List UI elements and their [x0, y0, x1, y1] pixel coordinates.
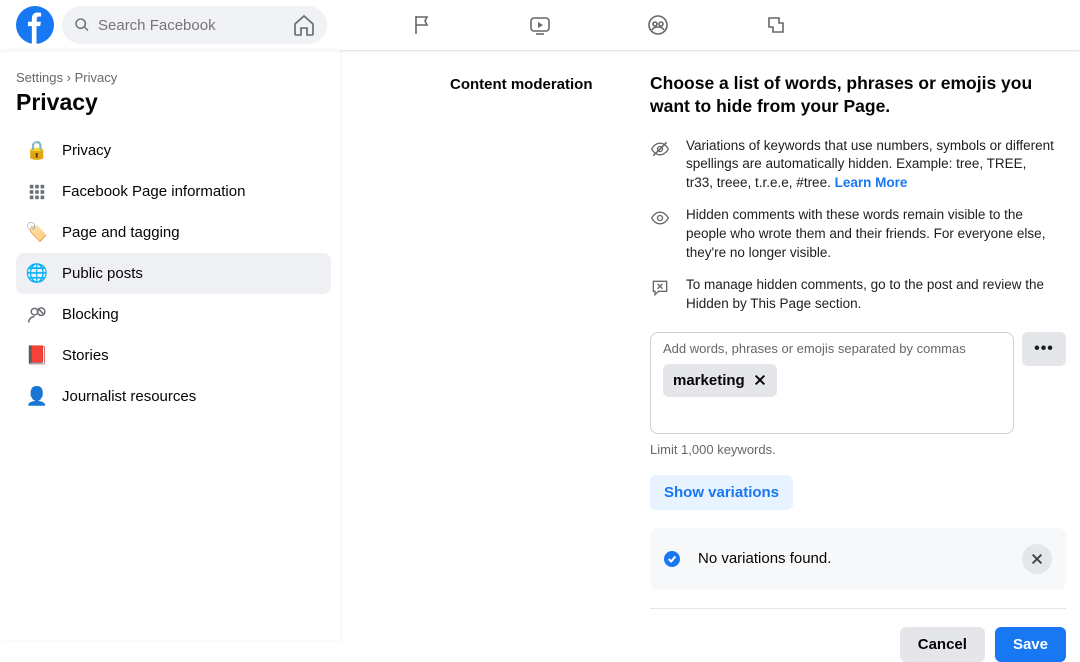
breadcrumb: Settings › Privacy [16, 62, 331, 85]
keywords-limit: Limit 1,000 keywords. [650, 442, 1066, 457]
info-hidden-visibility: Hidden comments with these words remain … [650, 206, 1066, 262]
sidebar-item-blocking[interactable]: Blocking [16, 294, 331, 335]
content-heading: Choose a list of words, phrases or emoji… [650, 72, 1050, 119]
person-icon: 👤 [26, 386, 48, 408]
keywords-placeholder: Add words, phrases or emojis separated b… [663, 341, 1001, 356]
tag-icon: 🏷️ [26, 222, 48, 244]
close-icon [753, 373, 767, 387]
comment-remove-icon [650, 276, 670, 313]
grid-icon [26, 181, 48, 203]
nav-watch[interactable] [485, 0, 595, 50]
status-alert: No variations found. [650, 528, 1066, 590]
sidebar-nav: 🔒 Privacy Facebook Page information 🏷️ P… [16, 130, 331, 417]
book-icon: 📕 [26, 345, 48, 367]
button-row: Cancel Save [650, 627, 1066, 662]
watch-icon [528, 13, 552, 37]
divider [650, 608, 1066, 609]
sidebar-item-label: Page and tagging [62, 224, 180, 241]
alert-text: No variations found. [698, 550, 1022, 567]
gaming-icon [764, 13, 788, 37]
home-icon [292, 13, 316, 37]
sidebar-item-label: Journalist resources [62, 388, 196, 405]
sidebar-item-privacy[interactable]: 🔒 Privacy [16, 130, 331, 171]
logo[interactable] [16, 6, 54, 44]
sidebar-item-stories[interactable]: 📕 Stories [16, 335, 331, 376]
learn-more-link[interactable]: Learn More [835, 175, 908, 190]
lock-icon: 🔒 [26, 140, 48, 162]
divider [340, 50, 1080, 53]
content: Choose a list of words, phrases or emoji… [650, 50, 1080, 640]
section-label: Content moderation [340, 76, 634, 93]
sidebar-item-label: Blocking [62, 306, 119, 323]
nav-pages[interactable] [367, 0, 477, 50]
sidebar-item-page-info[interactable]: Facebook Page information [16, 171, 331, 212]
breadcrumb-current[interactable]: Privacy [75, 70, 118, 85]
sidebar-item-public-posts[interactable]: 🌐 Public posts [16, 253, 331, 294]
section-label-col: Content moderation [340, 50, 650, 640]
close-icon [1030, 552, 1044, 566]
hidden-eye-icon [650, 137, 670, 193]
show-variations-button[interactable]: Show variations [650, 475, 793, 510]
info-variations: Variations of keywords that use numbers,… [650, 137, 1066, 193]
groups-icon [646, 13, 670, 37]
globe-icon: 🌐 [26, 263, 48, 285]
flag-icon [410, 13, 434, 37]
top-bar [0, 0, 1080, 50]
info-text: To manage hidden comments, go to the pos… [686, 276, 1056, 313]
breadcrumb-parent[interactable]: Settings [16, 70, 63, 85]
save-button[interactable]: Save [995, 627, 1066, 662]
keywords-input[interactable]: Add words, phrases or emojis separated b… [650, 332, 1014, 434]
sidebar-item-tagging[interactable]: 🏷️ Page and tagging [16, 212, 331, 253]
check-icon [664, 551, 680, 567]
chip-remove[interactable] [753, 373, 767, 387]
chip-label: marketing [673, 372, 745, 389]
sidebar-item-label: Stories [62, 347, 109, 364]
sidebar: Settings › Privacy Privacy 🔒 Privacy Fac… [0, 50, 340, 640]
main: Content moderation Choose a list of word… [340, 50, 1080, 640]
alert-dismiss[interactable] [1022, 544, 1052, 574]
search-icon [74, 17, 90, 33]
sidebar-item-label: Facebook Page information [62, 183, 245, 200]
keyword-chip: marketing [663, 364, 777, 397]
sidebar-item-label: Public posts [62, 265, 143, 282]
block-icon [26, 304, 48, 326]
more-options-button[interactable]: ••• [1022, 332, 1066, 366]
sidebar-item-journalist[interactable]: 👤 Journalist resources [16, 376, 331, 417]
page-title: Privacy [16, 89, 331, 116]
nav-home[interactable] [249, 0, 359, 50]
info-manage: To manage hidden comments, go to the pos… [650, 276, 1066, 313]
nav-groups[interactable] [603, 0, 713, 50]
info-text: Hidden comments with these words remain … [686, 206, 1056, 262]
nav-gaming[interactable] [721, 0, 831, 50]
eye-icon [650, 206, 670, 262]
cancel-button[interactable]: Cancel [900, 627, 985, 662]
sidebar-item-label: Privacy [62, 142, 111, 159]
